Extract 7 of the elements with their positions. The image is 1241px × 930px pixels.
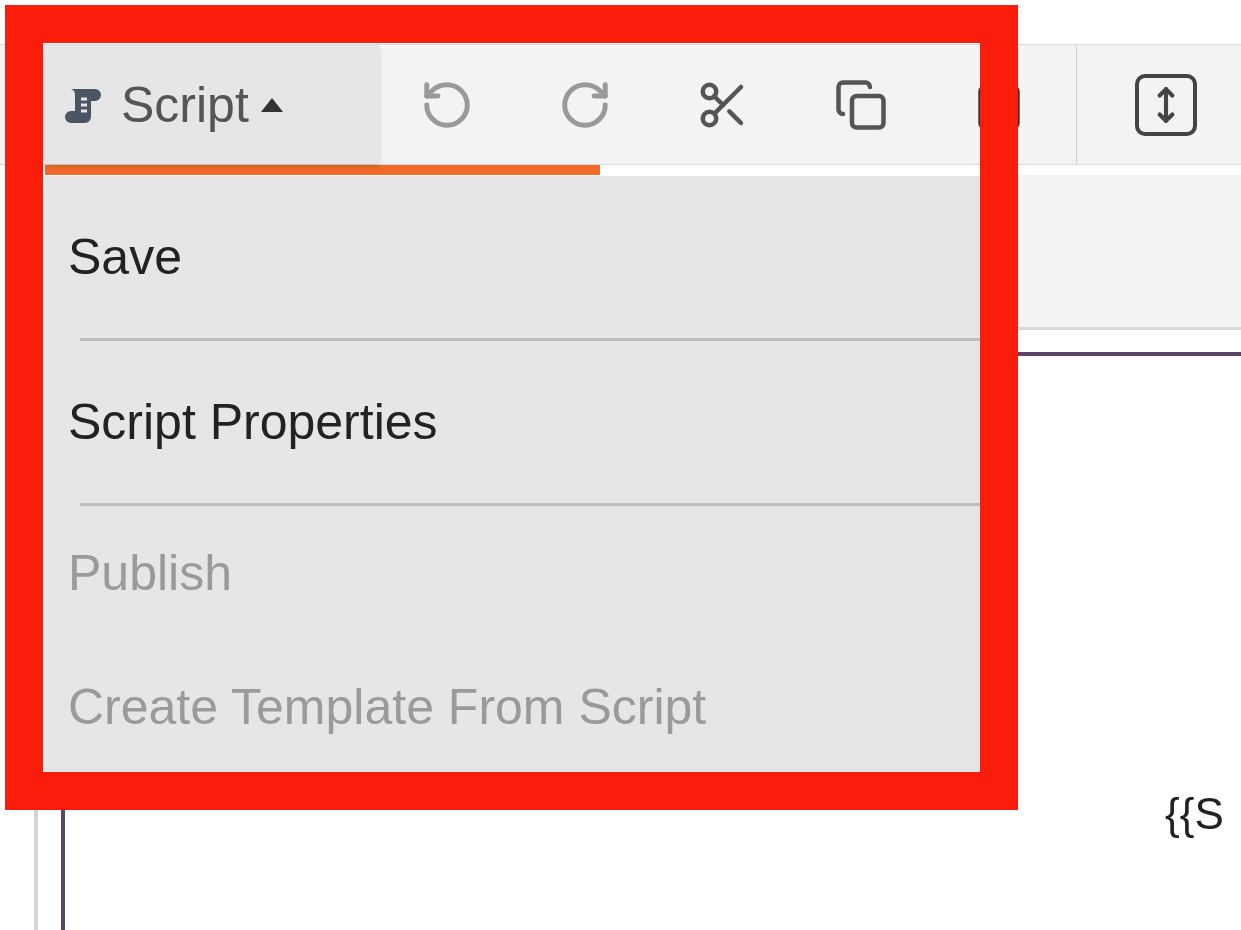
- template-variable-text: {{S: [1165, 788, 1224, 840]
- menu-item[interactable]: Script Properties: [45, 341, 980, 503]
- resize-vertical-icon[interactable]: [1135, 73, 1197, 136]
- menu-item[interactable]: Save: [45, 176, 980, 338]
- caret-icon: [260, 97, 283, 112]
- copy-icon[interactable]: [834, 77, 888, 132]
- script-menu-button[interactable]: Script: [45, 45, 380, 164]
